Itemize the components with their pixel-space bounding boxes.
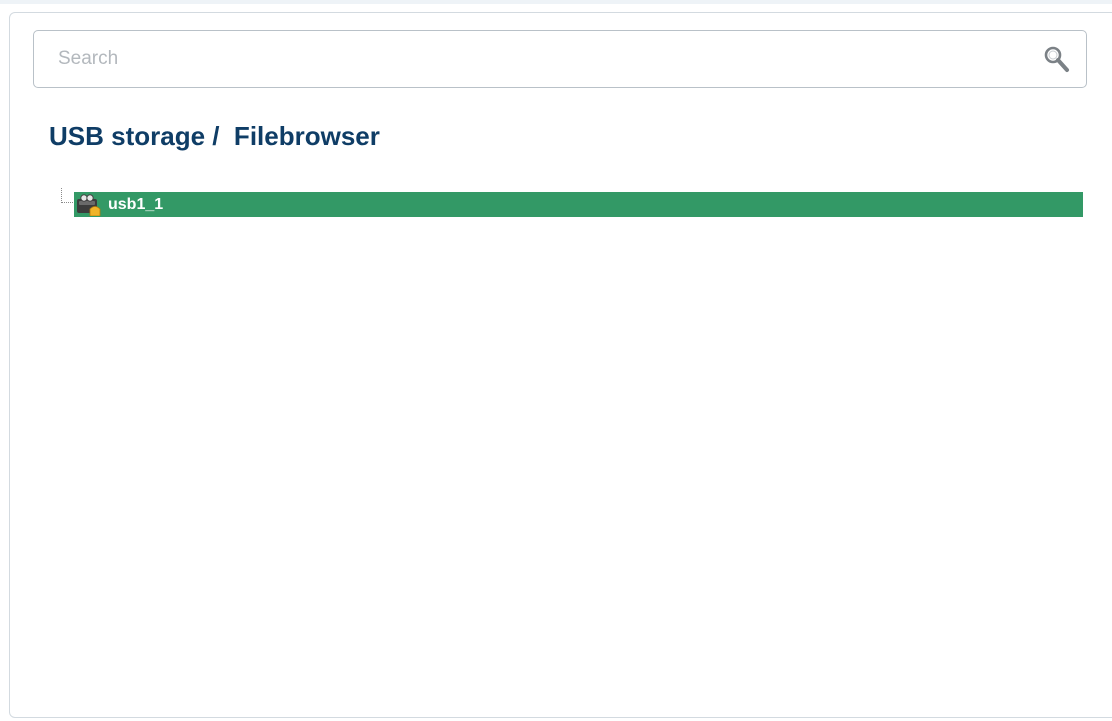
content-panel: USB storage / Filebrowser usb1_1 [9, 12, 1112, 718]
tree-item-usb1-1[interactable]: usb1_1 [74, 192, 1083, 217]
top-strip [0, 0, 1112, 4]
search-input[interactable] [34, 31, 1024, 87]
page-title: USB storage / Filebrowser [49, 121, 380, 151]
search-box[interactable] [33, 30, 1087, 88]
usb-drive-icon [76, 193, 102, 217]
search-icon[interactable] [1042, 44, 1072, 74]
tree-item-label: usb1_1 [108, 196, 164, 213]
tree-connector [61, 188, 75, 203]
